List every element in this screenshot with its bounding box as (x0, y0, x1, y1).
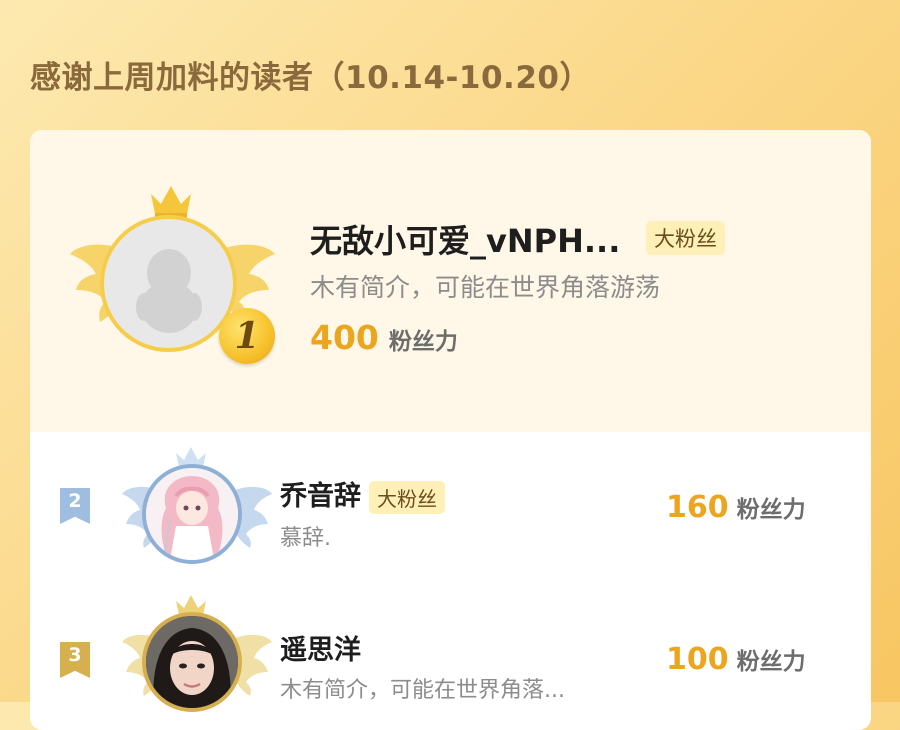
rank-3-avatar-frame (122, 594, 272, 724)
default-penguin-avatar-icon (136, 249, 202, 333)
rank-2-name[interactable]: 乔音辞 大粉丝 (280, 474, 445, 514)
user-name: 乔音辞 (280, 481, 361, 512)
fan-power-value: 160 (666, 490, 729, 525)
list-item-rank-3[interactable]: 3 遥思洋 木有简介，可能在世界角落... 100 粉丝力 (30, 595, 871, 730)
user-name: 遥思洋 (280, 635, 361, 666)
rank-1-medal: 1 (219, 308, 275, 364)
first-place-name[interactable]: 无敌小可爱_vNPH... (310, 216, 620, 262)
fan-power-value: 400 (310, 318, 379, 357)
rank-3-bio: 木有简介，可能在世界角落... (280, 678, 565, 703)
photo-avatar (146, 616, 238, 708)
page-title: 感谢上周加料的读者（10.14-10.20） (30, 60, 591, 96)
crown-icon (151, 186, 191, 218)
fan-level-badge: 大粉丝 (369, 481, 445, 514)
fan-power-value: 100 (666, 642, 729, 677)
rank-2-score: 160 粉丝力 (666, 490, 806, 525)
avatar[interactable] (100, 215, 237, 352)
ranking-card: 1 无敌小可爱_vNPH... 大粉丝 木有简介，可能在世界角落游荡 400 粉丝… (30, 130, 871, 730)
rank-3-badge: 3 (60, 642, 90, 678)
list-item-rank-2[interactable]: 2 乔音辞 大粉丝 慕辞. 160 粉丝力 (30, 446, 871, 598)
first-place-score: 400 粉丝力 (310, 318, 458, 357)
fan-power-unit: 粉丝力 (736, 497, 806, 523)
fan-level-badge: 大粉丝 (646, 221, 725, 255)
rank-2-avatar-frame (122, 446, 272, 576)
rank-3-score: 100 粉丝力 (666, 642, 806, 677)
avatar[interactable] (142, 464, 242, 564)
first-place-section[interactable]: 1 无敌小可爱_vNPH... 大粉丝 木有简介，可能在世界角落游荡 400 粉丝… (30, 130, 871, 432)
first-place-avatar-frame: 1 (70, 182, 275, 372)
first-place-bio: 木有简介，可能在世界角落游荡 (310, 273, 661, 302)
fan-power-unit: 粉丝力 (736, 649, 806, 675)
fan-power-unit: 粉丝力 (388, 329, 458, 355)
rank-3-name[interactable]: 遥思洋 (280, 628, 361, 667)
avatar[interactable] (142, 612, 242, 712)
rank-2-badge: 2 (60, 488, 90, 524)
anime-girl-avatar (146, 468, 238, 560)
rank-2-bio: 慕辞. (280, 526, 331, 551)
